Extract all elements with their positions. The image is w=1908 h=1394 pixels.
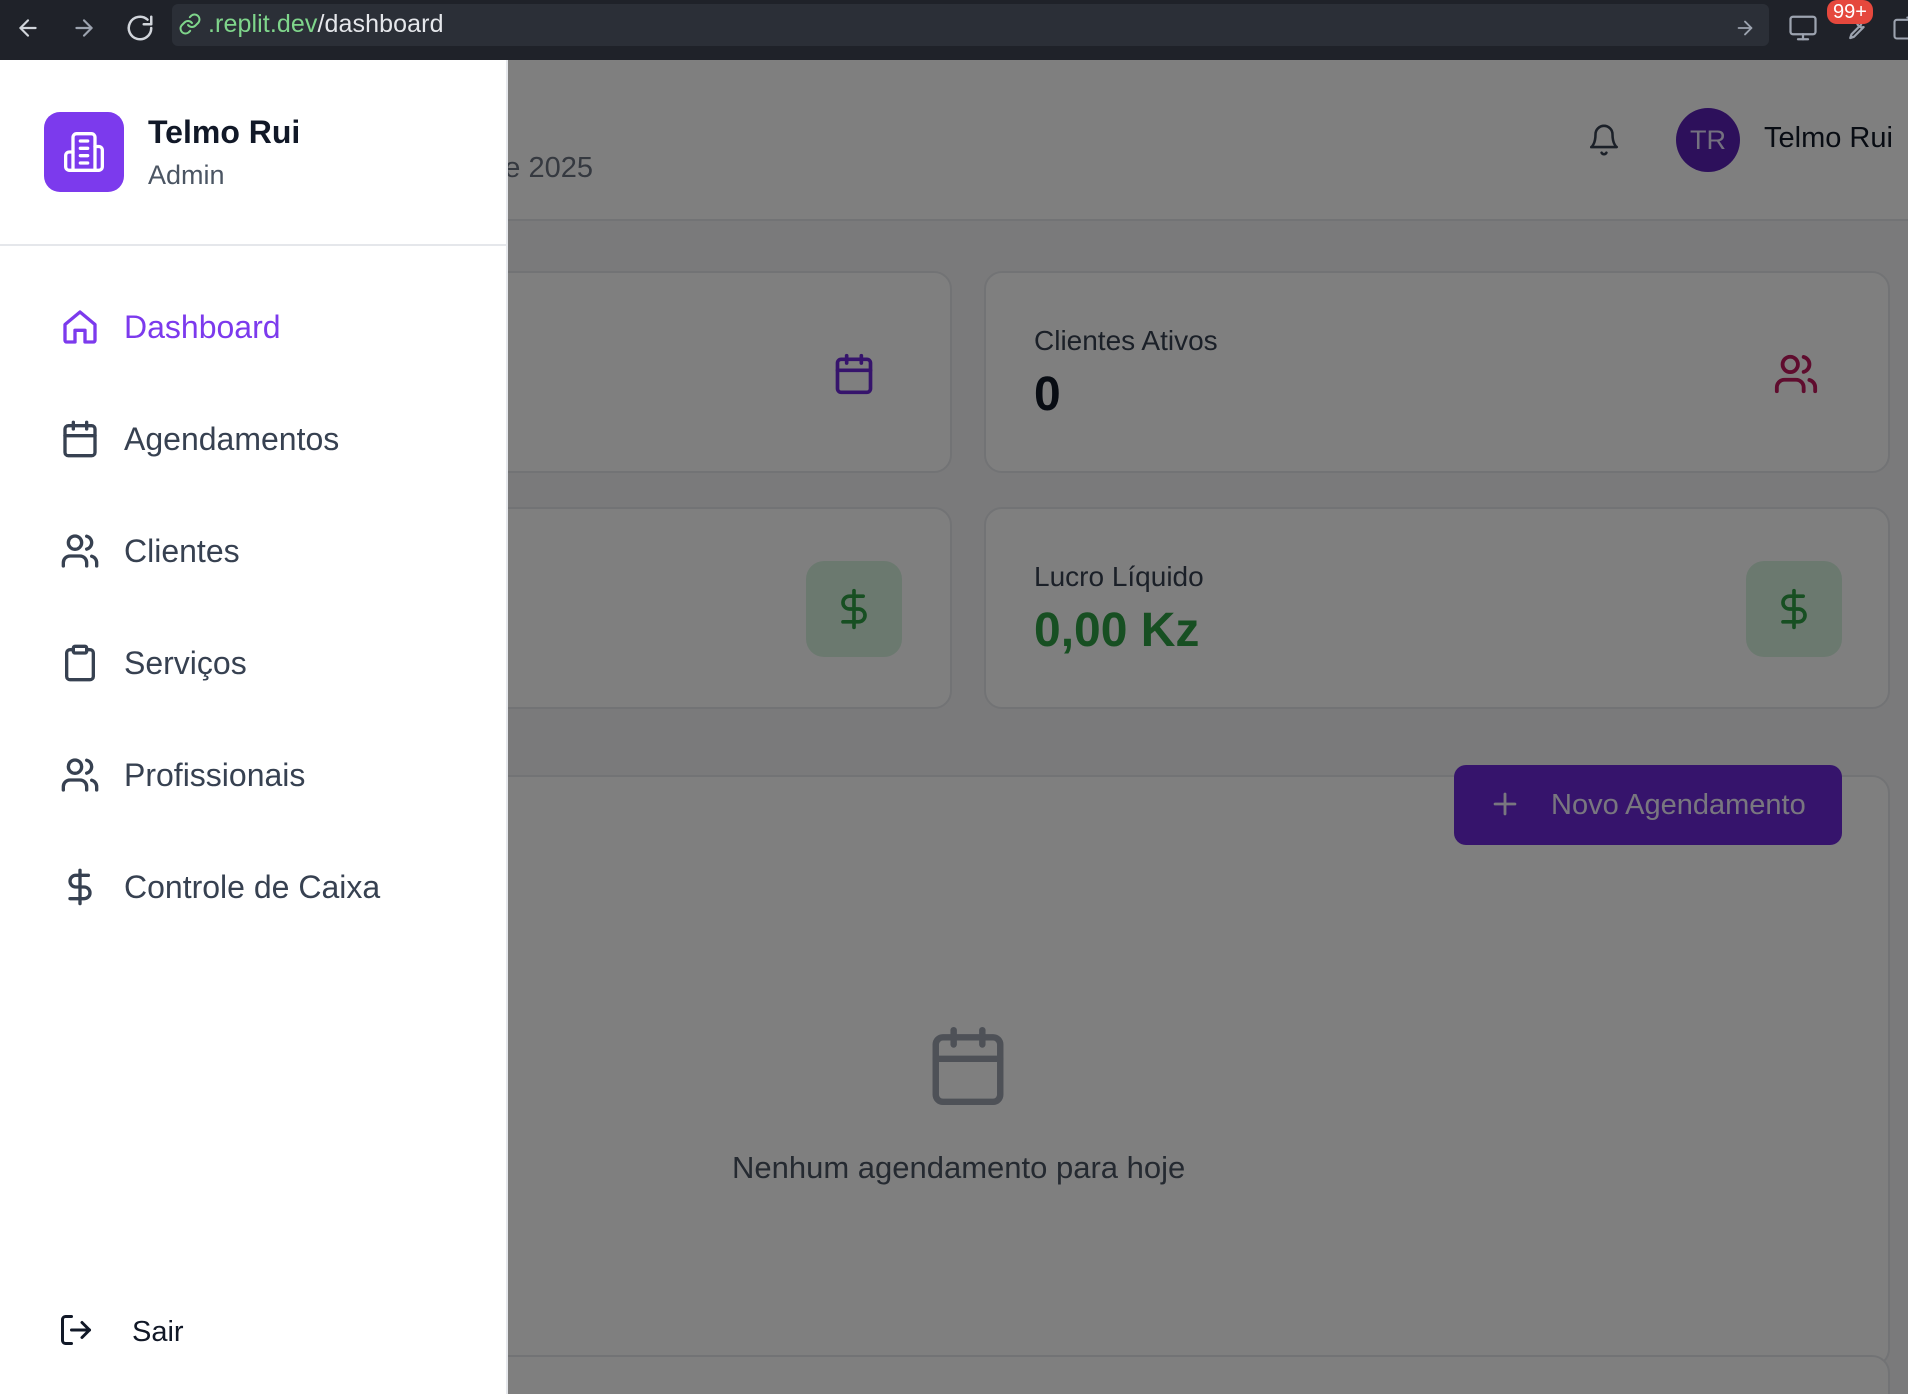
open-new-tab-button[interactable]	[1885, 8, 1908, 48]
sidebar-item-label: Controle de Caixa	[124, 869, 381, 905]
link-icon	[178, 12, 202, 36]
arrow-right-icon	[75, 19, 93, 37]
back-button[interactable]	[8, 8, 48, 48]
users-icon	[60, 531, 100, 571]
clipboard-icon	[60, 643, 100, 683]
sidebar-user-role: Admin	[148, 160, 225, 190]
modal-backdrop[interactable]	[508, 60, 1908, 1394]
sidebar-item-label: Dashboard	[124, 309, 281, 345]
notification-badge: 99+	[1827, 0, 1873, 24]
monitor-icon	[1789, 15, 1817, 41]
sidebar-header: Telmo Rui Admin	[0, 60, 508, 246]
arrow-right-icon	[1737, 20, 1753, 36]
sidebar-item-label: Agendamentos	[124, 421, 340, 457]
sidebar-item-controle-de-caixa[interactable]: Controle de Caixa	[56, 855, 476, 919]
sidebar-item-agendamentos[interactable]: Agendamentos	[56, 407, 476, 471]
arrow-left-icon	[19, 19, 37, 37]
reload-icon	[127, 15, 153, 41]
users-icon	[60, 755, 100, 795]
building-icon	[44, 112, 124, 192]
sidebar-item-label: Clientes	[124, 533, 240, 569]
reload-button[interactable]	[120, 8, 160, 48]
sidebar-item-clientes[interactable]: Clientes	[56, 519, 476, 583]
device-preview-button[interactable]	[1783, 8, 1823, 48]
go-button[interactable]	[1725, 8, 1765, 48]
sidebar-item-profissionais[interactable]: Profissionais	[56, 743, 476, 807]
dollar-icon	[60, 867, 100, 907]
browser-toolbar: .replit.dev/dashboard 99+	[0, 0, 1908, 60]
sidebar-item-label: Serviços	[124, 645, 247, 681]
sidebar-item-dashboard[interactable]: Dashboard	[56, 295, 476, 359]
logout-button[interactable]: Sair	[56, 1302, 356, 1362]
sidebar-user-name: Telmo Rui	[148, 114, 301, 150]
sidebar-item-label: Profissionais	[124, 757, 306, 793]
home-icon	[60, 307, 100, 347]
logout-icon	[58, 1312, 94, 1348]
sidebar-item-servicos[interactable]: Serviços	[56, 631, 476, 695]
logout-label: Sair	[132, 1316, 184, 1348]
sidebar: Telmo Rui Admin Dashboard Agendamentos C…	[0, 60, 508, 1394]
external-link-icon	[1893, 16, 1908, 40]
url-text: .replit.dev/dashboard	[208, 10, 444, 38]
calendar-icon	[60, 419, 100, 459]
forward-button[interactable]	[64, 8, 104, 48]
